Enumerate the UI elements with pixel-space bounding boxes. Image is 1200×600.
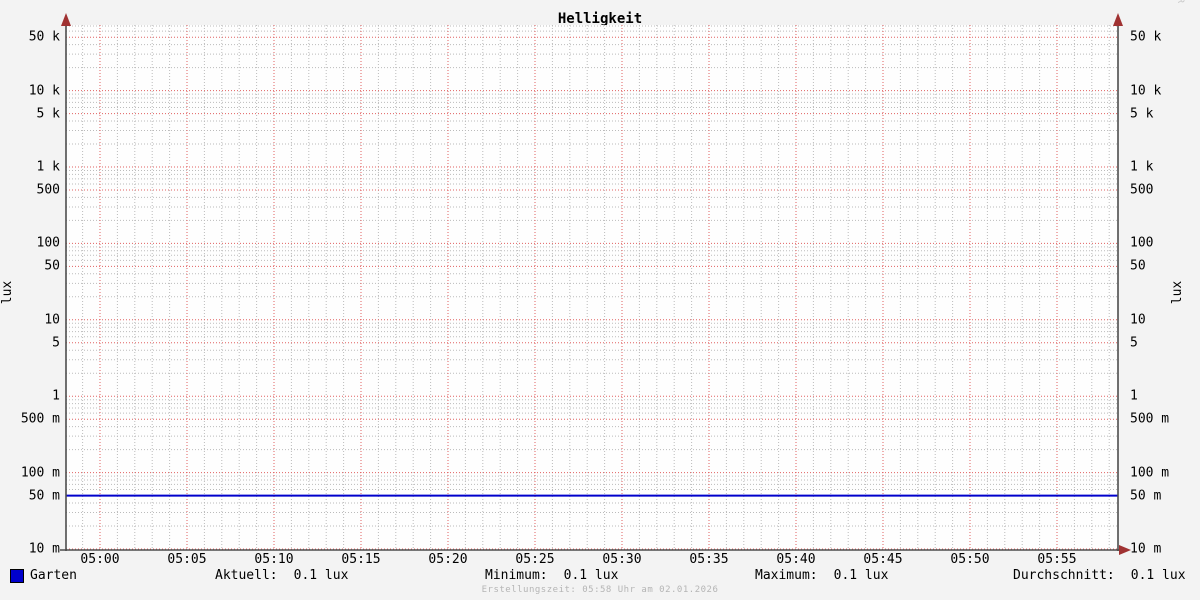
y-tick-label-left: 500 m (20, 411, 60, 427)
y-tick-label-right: 500 m (1130, 411, 1170, 427)
y-tick-label-right: 500 (1130, 182, 1154, 198)
stat-minimum: Minimum: 0.1 lux (485, 568, 618, 583)
stat-value: 0.1 lux (1130, 568, 1186, 583)
arrow-up-right-icon (1113, 13, 1123, 26)
stat-label: Durchschnitt: (1013, 568, 1115, 583)
legend-color-swatch (10, 568, 24, 583)
x-tick-label: 05:10 (254, 552, 294, 567)
y-tick-label-left: 50 k (28, 29, 60, 45)
y-tick-label-right: 10 m (1130, 541, 1162, 557)
x-tick-label: 05:50 (950, 552, 990, 567)
stat-label: Aktuell: (215, 568, 278, 583)
stat-value: 0.1 lux (563, 568, 619, 583)
stat-aktuell: Aktuell: 0.1 lux (215, 568, 348, 583)
y-tick-label-right: 10 (1130, 312, 1146, 328)
x-tick-label: 05:15 (341, 552, 381, 567)
stat-value: 0.1 lux (293, 568, 349, 583)
arrow-up-left-icon (61, 13, 71, 26)
stat-durchschnitt: Durchschnitt: 0.1 lux (1013, 568, 1186, 583)
x-tick-label: 05:35 (689, 552, 729, 567)
x-tick-label: 05:45 (863, 552, 903, 567)
x-tick-label: 05:00 (80, 552, 120, 567)
y-tick-label-left: 1 k (36, 159, 60, 175)
x-tick-label: 05:55 (1037, 552, 1077, 567)
y-tick-label-right: 100 m (1130, 465, 1170, 481)
legend-row: Garten Aktuell: 0.1 lux Minimum: 0.1 lux M… (0, 568, 1200, 584)
y-tick-label-right: 5 (1130, 335, 1138, 351)
x-tick-label: 05:05 (167, 552, 207, 567)
rrdtool-graph: Helligkeit RRDTOOL / TOBI OETIKER 50 k10… (0, 0, 1200, 600)
x-tick-label: 05:25 (515, 552, 555, 567)
y-tick-label-left: 10 (44, 312, 60, 328)
y-tick-label-left: 50 m (28, 488, 60, 504)
stat-label: Maximum: (755, 568, 818, 583)
y-tick-label-right: 5 k (1130, 106, 1154, 122)
y-tick-label-left: 100 m (20, 465, 60, 481)
y-tick-label-left: 50 (44, 258, 60, 274)
creation-timestamp: Erstellungszeit: 05:58 Uhr am 02.01.2026 (481, 585, 719, 595)
y-tick-label-left: 500 (36, 182, 60, 198)
y-tick-label-left: 100 (36, 235, 60, 251)
y-axis-unit-label-right: lux (1170, 280, 1186, 305)
y-tick-label-right: 1 (1130, 388, 1138, 404)
y-tick-label-left: 10 k (28, 83, 60, 99)
y-tick-label-right: 10 k (1130, 83, 1162, 99)
y-tick-label-right: 1 k (1130, 159, 1154, 175)
y-tick-label-right: 50 (1130, 258, 1146, 274)
y-tick-label-left: 5 (52, 335, 60, 351)
stat-label: Minimum: (485, 568, 548, 583)
plot-area (60, 13, 1131, 555)
x-tick-label: 05:40 (776, 552, 816, 567)
y-tick-label-left: 5 k (36, 106, 60, 122)
y-tick-label-left: 1 (52, 388, 60, 404)
legend-entry-garten: Garten (10, 568, 77, 583)
stat-maximum: Maximum: 0.1 lux (755, 568, 888, 583)
plot-canvas (66, 25, 1118, 550)
y-axis-unit-label-left: lux (0, 280, 16, 305)
x-tick-label: 05:20 (428, 552, 468, 567)
legend-series-label: Garten (30, 568, 77, 583)
y-tick-label-right: 50 k (1130, 29, 1162, 45)
y-tick-label-right: 100 (1130, 235, 1154, 251)
y-tick-label-right: 50 m (1130, 488, 1162, 504)
y-tick-label-left: 10 m (28, 541, 60, 557)
stat-value: 0.1 lux (833, 568, 889, 583)
x-tick-label: 05:30 (602, 552, 642, 567)
